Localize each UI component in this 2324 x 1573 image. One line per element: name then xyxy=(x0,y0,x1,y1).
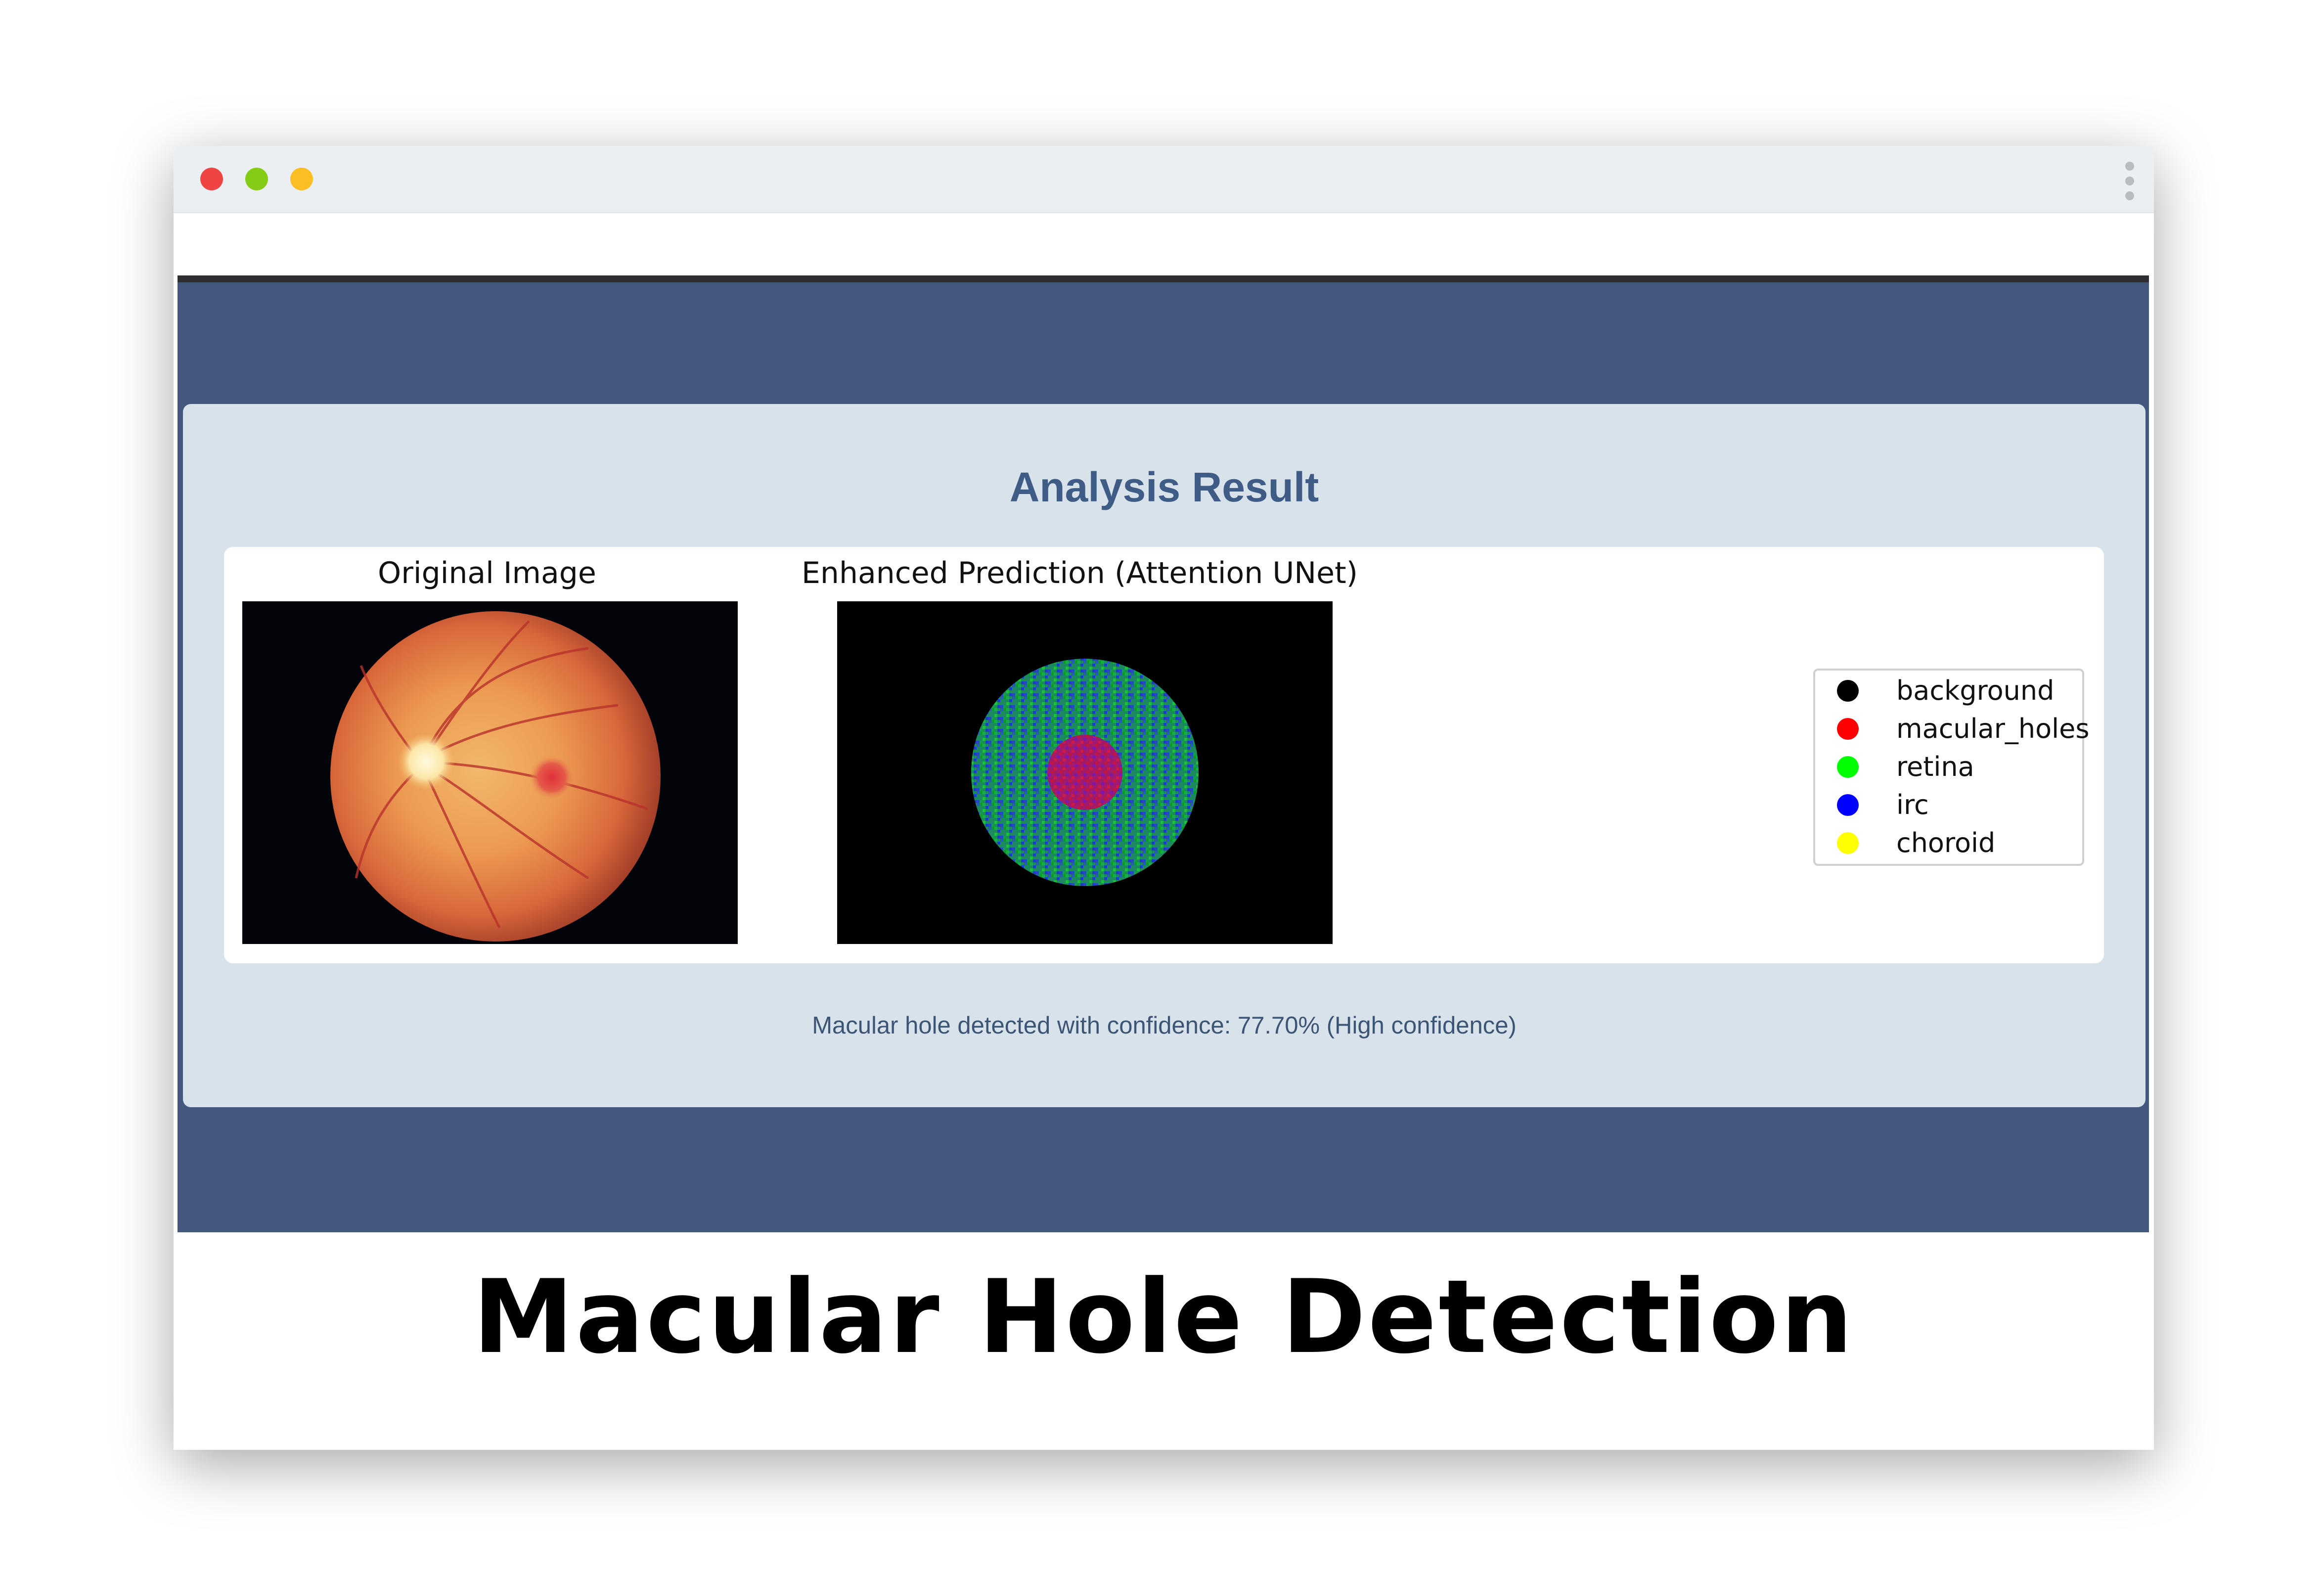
minimize-dot-icon[interactable] xyxy=(245,168,268,190)
prediction-title: Enhanced Prediction (Attention UNet) xyxy=(802,556,1358,590)
maximize-dot-icon[interactable] xyxy=(290,168,313,190)
analysis-result-title: Analysis Result xyxy=(1009,464,1319,510)
legend-item: macular_holes xyxy=(1837,712,2090,746)
legend-item: irc xyxy=(1837,788,2084,822)
prediction-mask-image xyxy=(837,601,1333,944)
confidence-message: Macular hole detected with confidence: 7… xyxy=(812,1012,1517,1039)
legend-label: macular_holes xyxy=(1896,713,2090,744)
legend-label: retina xyxy=(1896,751,1974,782)
legend-swatch xyxy=(1837,680,1859,702)
prediction-figure: Original Image Enhanced Prediction (Atte… xyxy=(224,547,2104,963)
legend-swatch xyxy=(1837,756,1859,778)
legend-label: irc xyxy=(1896,789,1929,820)
legend-label: choroid xyxy=(1896,827,1996,858)
browser-window: Analysis Result Original Image Enhanced … xyxy=(174,146,2154,1450)
original-image-title: Original Image xyxy=(378,556,596,590)
fundus-photo xyxy=(242,601,738,944)
original-fundus-image xyxy=(242,601,738,944)
analysis-result-card: Analysis Result Original Image Enhanced … xyxy=(183,404,2145,1107)
legend-swatch xyxy=(1837,794,1859,816)
close-dot-icon[interactable] xyxy=(200,168,223,190)
class-legend: background macular_holes retina irc chor… xyxy=(1813,669,2090,866)
window-titlebar xyxy=(174,146,2154,213)
legend-swatch xyxy=(1837,718,1859,740)
legend-swatch xyxy=(1837,832,1859,854)
legend-label: background xyxy=(1896,675,2055,706)
segmentation-mask xyxy=(837,601,1333,944)
page-caption: Macular Hole Detection xyxy=(473,1258,1855,1376)
legend-item: choroid xyxy=(1837,826,2084,860)
app-area: Analysis Result Original Image Enhanced … xyxy=(178,275,2149,1232)
vertical-ellipsis-icon[interactable] xyxy=(2125,162,2134,201)
legend-item: background xyxy=(1837,674,2084,708)
legend-item: retina xyxy=(1837,750,2084,784)
